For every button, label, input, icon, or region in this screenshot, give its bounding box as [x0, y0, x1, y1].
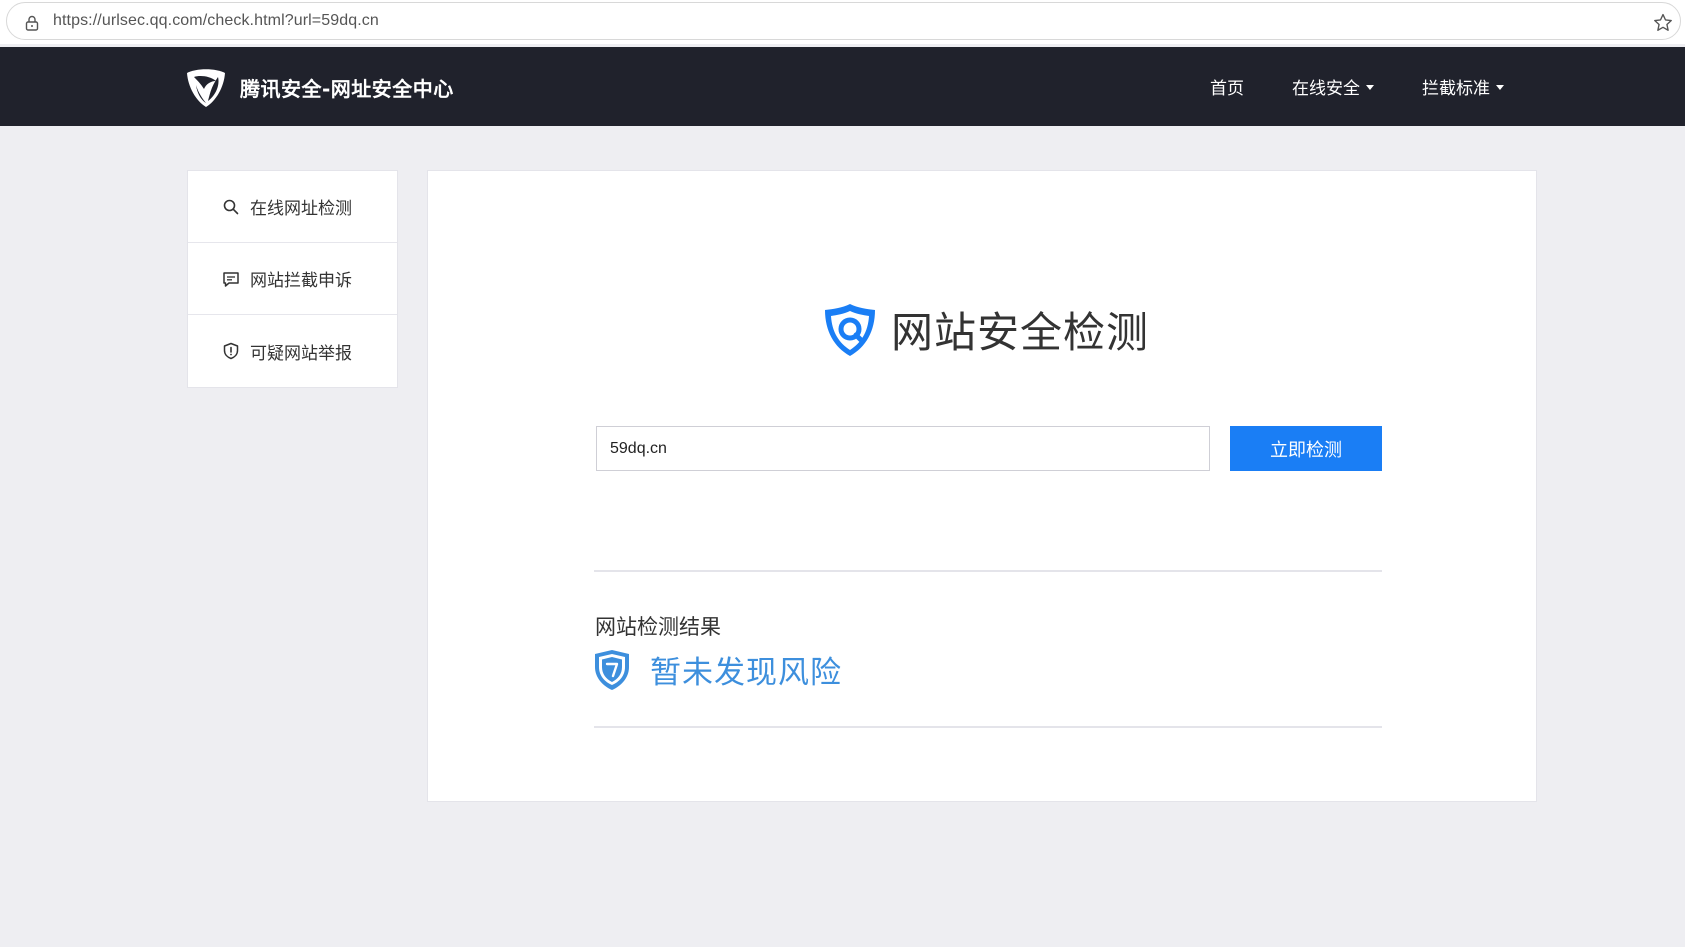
nav-home-label: 首页 — [1210, 79, 1244, 99]
message-icon — [223, 271, 239, 287]
nav-blocking-standards[interactable]: 拦截标准 — [1422, 74, 1504, 99]
sidebar-item-label: 可疑网站举报 — [250, 343, 352, 364]
sidebar: 在线网址检测 网站拦截申诉 可疑网站举报 — [187, 170, 398, 388]
nav-blocking-standards-label: 拦截标准 — [1422, 79, 1490, 99]
divider — [594, 726, 1382, 728]
result-heading: 网站检测结果 — [595, 615, 721, 639]
page-title: 网站安全检测 — [891, 308, 1150, 357]
tencent-security-logo-icon — [187, 69, 225, 107]
caret-down-icon — [1366, 85, 1374, 90]
sidebar-item-appeal[interactable]: 网站拦截申诉 — [188, 243, 397, 315]
lock-icon — [25, 15, 39, 31]
result-status-text: 暂未发现风险 — [650, 655, 842, 691]
main-panel: 网站安全检测 立即检测 网站检测结果 暂未发现风险 — [427, 170, 1537, 802]
caret-down-icon — [1496, 85, 1504, 90]
address-bar-url: https://urlsec.qq.com/check.html?url=59d… — [53, 12, 379, 29]
check-now-button[interactable]: 立即检测 — [1230, 426, 1382, 471]
divider — [594, 570, 1382, 572]
brand-title: 腾讯安全-网址安全中心 — [240, 76, 454, 101]
search-icon — [223, 199, 239, 214]
url-check-input[interactable] — [596, 426, 1210, 471]
sidebar-item-label: 在线网址检测 — [250, 199, 352, 219]
shield-alert-icon — [223, 342, 239, 360]
nav-online-security[interactable]: 在线安全 — [1292, 74, 1374, 99]
security-check-logo-icon — [825, 303, 875, 356]
hero: 网站安全检测 — [821, 299, 1149, 360]
sidebar-item-report[interactable]: 可疑网站举报 — [188, 315, 397, 387]
bookmark-star-icon[interactable] — [1652, 12, 1674, 34]
result-row: 暂未发现风险 — [594, 647, 842, 692]
brand[interactable]: 腾讯安全-网址安全中心 — [184, 65, 454, 109]
address-bar[interactable]: https://urlsec.qq.com/check.html?url=59d… — [6, 2, 1681, 40]
nav-online-security-label: 在线安全 — [1292, 79, 1360, 99]
nav-home[interactable]: 首页 — [1210, 74, 1244, 99]
safe-shield-icon — [595, 649, 629, 690]
sidebar-item-online-check[interactable]: 在线网址检测 — [188, 171, 397, 243]
main-nav: 首页 在线安全 拦截标准 — [1210, 47, 1552, 126]
top-navbar: 腾讯安全-网址安全中心 首页 在线安全 拦截标准 — [0, 47, 1685, 126]
browser-bar: https://urlsec.qq.com/check.html?url=59d… — [0, 0, 1685, 44]
sidebar-item-label: 网站拦截申诉 — [250, 271, 352, 291]
